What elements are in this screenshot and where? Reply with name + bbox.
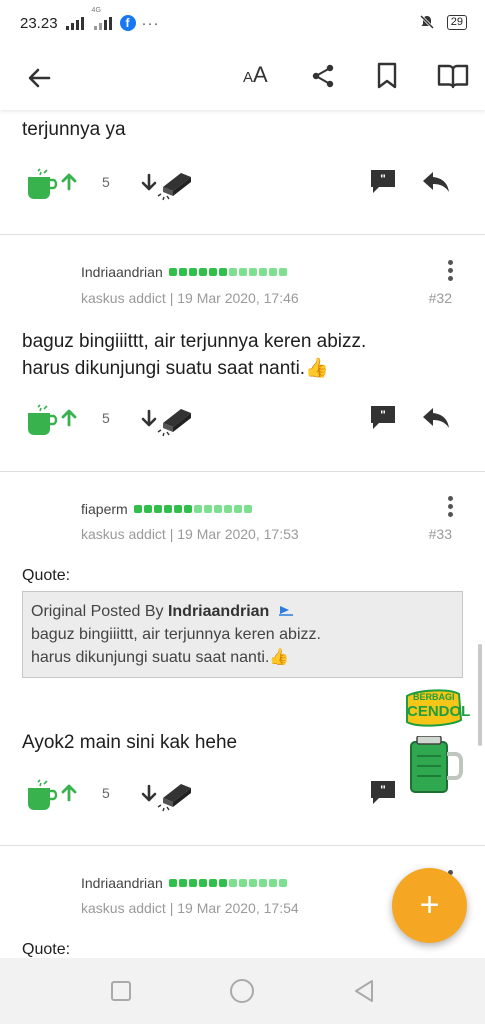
post-text-line: baguz bingiiittt, air terjunnya keren ab…	[22, 331, 367, 352]
quote-author[interactable]: Indriaandrian	[168, 603, 269, 620]
mute-icon	[419, 14, 434, 30]
post-actions: 5 "	[0, 776, 485, 816]
more-options-icon[interactable]	[448, 496, 454, 517]
post-divider	[0, 471, 485, 472]
reputation-bar	[168, 879, 287, 887]
recent-apps-button[interactable]	[110, 980, 132, 1002]
username[interactable]: Indriaandrian	[81, 264, 163, 280]
post-author[interactable]: Indriaandrian	[81, 875, 287, 891]
view-post-icon[interactable]	[278, 604, 294, 616]
svg-text:": "	[380, 783, 386, 797]
bata-downvote-icon[interactable]	[139, 167, 193, 201]
vote-count: 5	[102, 174, 110, 190]
back-button[interactable]	[352, 979, 376, 1003]
status-time: 23.23	[20, 14, 58, 32]
home-button[interactable]	[229, 978, 255, 1004]
post-number: #33	[428, 526, 452, 542]
reply-icon[interactable]	[421, 169, 451, 195]
cendol-sticker-line1: BERBAGI	[413, 692, 455, 702]
back-arrow-icon[interactable]	[25, 64, 53, 92]
quote-reply-icon[interactable]: "	[369, 778, 397, 806]
battery-icon: 29	[446, 14, 467, 30]
status-bar: 23.23 4G f ··· 29	[0, 0, 485, 46]
post-text: Ayok2 main sini kak hehe	[22, 732, 238, 753]
post-meta: kaskus addict | 19 Mar 2020, 17:53	[81, 526, 299, 542]
font-small-label: A	[243, 69, 254, 86]
quote-header: Original Posted By Indriaandrian	[31, 600, 454, 623]
share-icon[interactable]	[310, 63, 336, 89]
svg-text:": "	[380, 408, 386, 422]
reputation-bar	[168, 268, 287, 276]
post-number: #32	[428, 290, 452, 306]
font-large-label: A	[253, 62, 268, 87]
reply-icon[interactable]	[421, 405, 451, 431]
quote-label: Quote:	[22, 941, 71, 958]
signal-icon	[65, 16, 84, 30]
post-text-line: harus dikunjungi suatu saat nanti.👍	[22, 358, 329, 379]
post-actions: 5 "	[0, 401, 485, 441]
more-notifications-icon: ···	[141, 14, 160, 32]
svg-text:": "	[380, 172, 386, 186]
post-author[interactable]: Indriaandrian	[81, 264, 287, 280]
vote-count: 5	[102, 785, 110, 801]
facebook-icon: f	[119, 15, 136, 31]
scrollbar[interactable]	[478, 644, 482, 746]
post-text: baguz bingiiittt, air terjunnya keren ab…	[22, 328, 366, 382]
signal-4g-icon: 4G	[92, 7, 112, 30]
post-divider	[0, 234, 485, 235]
quote-line: harus dikunjungi suatu saat nanti.👍	[31, 649, 290, 666]
more-options-icon[interactable]	[448, 260, 454, 281]
post-meta: kaskus addict | 19 Mar 2020, 17:54	[81, 900, 299, 916]
thread-content: terjunnya ya 5 " Indriaandrian kaskus ad…	[0, 110, 485, 958]
quote-reply-icon[interactable]: "	[369, 403, 397, 431]
reading-mode-icon[interactable]	[437, 62, 469, 90]
quote-line: baguz bingiiittt, air terjunnya keren ab…	[31, 626, 321, 643]
font-size-button[interactable]: AA	[243, 62, 268, 88]
post-divider	[0, 845, 485, 846]
reputation-bar	[133, 505, 252, 513]
quote-prefix: Original Posted By	[31, 603, 168, 620]
create-post-button[interactable]: +	[392, 868, 467, 943]
quote-box: Original Posted By Indriaandrian baguz b…	[22, 591, 463, 678]
cendol-sticker-line2: CENDOL	[407, 703, 471, 720]
cendol-upvote-icon[interactable]	[26, 778, 78, 812]
post-author[interactable]: fiaperm	[81, 501, 252, 517]
quote-label: Quote:	[22, 567, 71, 584]
bookmark-icon[interactable]	[376, 62, 398, 90]
system-nav-bar	[0, 958, 485, 1024]
post-text: terjunnya ya	[22, 119, 126, 140]
post-meta: kaskus addict | 19 Mar 2020, 17:46	[81, 290, 299, 306]
bata-downvote-icon[interactable]	[139, 778, 193, 812]
vote-count: 5	[102, 410, 110, 426]
username[interactable]: Indriaandrian	[81, 875, 163, 891]
status-right: 29	[419, 14, 467, 30]
username[interactable]: fiaperm	[81, 501, 128, 517]
bata-downvote-icon[interactable]	[139, 403, 193, 437]
quote-reply-icon[interactable]: "	[369, 167, 397, 195]
post-actions: 5 "	[0, 165, 485, 205]
top-app-bar: AA	[0, 46, 485, 110]
cendol-upvote-icon[interactable]	[26, 403, 78, 437]
cendol-upvote-icon[interactable]	[26, 167, 78, 201]
